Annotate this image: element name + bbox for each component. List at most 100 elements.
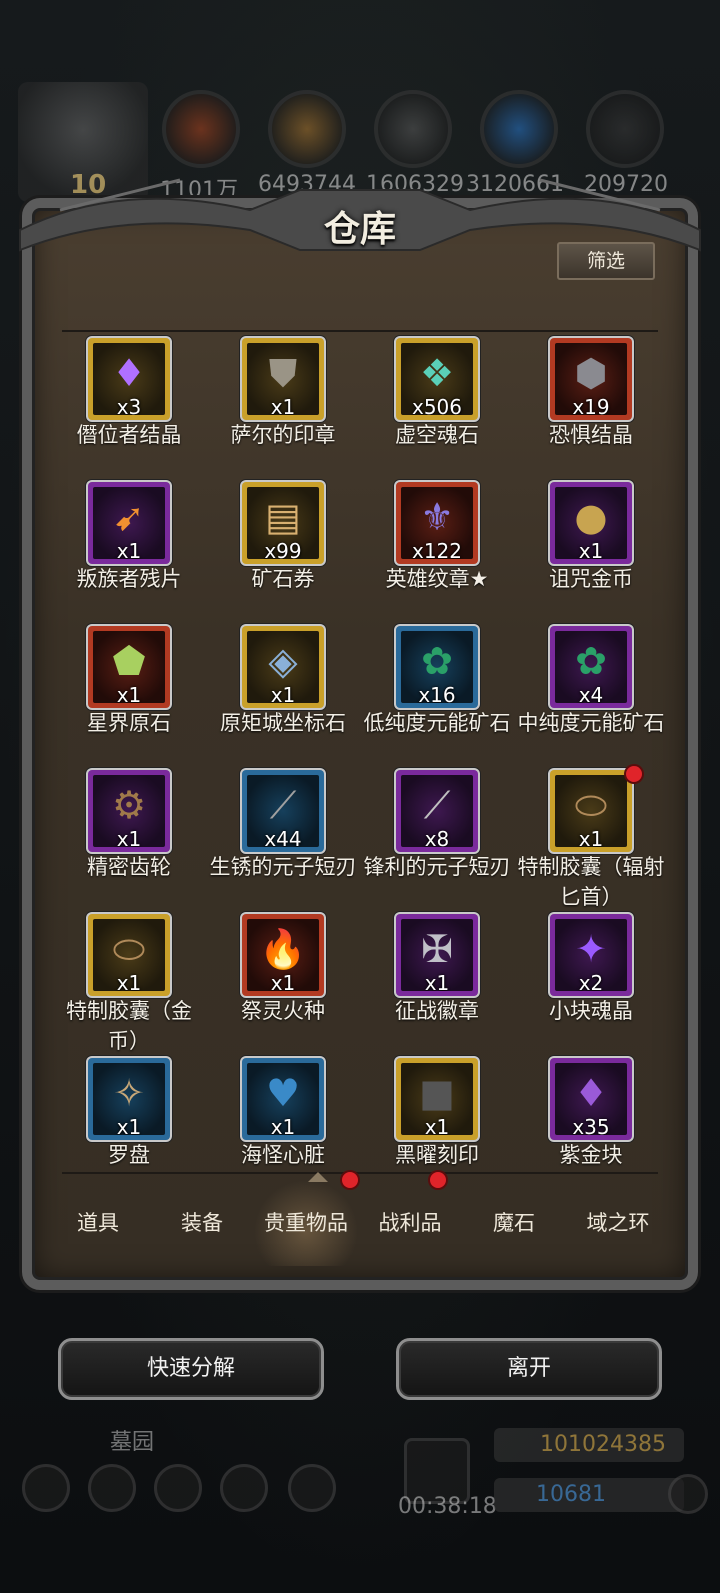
capsule-icon: ⬭ bbox=[574, 783, 608, 827]
inventory-item[interactable]: ▤ x99 矿石券 bbox=[206, 482, 360, 622]
item-slot[interactable]: ✠ x1 bbox=[396, 914, 478, 996]
item-count: x1 bbox=[270, 395, 296, 415]
tab-1[interactable]: 装备 bbox=[150, 1180, 254, 1266]
item-slot-inner: ⬭ x1 bbox=[93, 919, 165, 991]
item-count: x506 bbox=[411, 395, 462, 415]
item-slot[interactable]: ● x1 bbox=[550, 482, 632, 564]
item-slot-inner: ⚙ x1 bbox=[93, 775, 165, 847]
item-count: x2 bbox=[578, 971, 604, 991]
inventory-item[interactable]: ⟋ x44 生锈的元子短刃 bbox=[206, 770, 360, 910]
tab-0[interactable]: 道具 bbox=[46, 1180, 150, 1266]
inventory-item[interactable]: ⚜ x122 英雄纹章★ bbox=[360, 482, 514, 622]
add-icon[interactable] bbox=[668, 1474, 708, 1514]
item-name: 锋利的元子短刃 bbox=[363, 855, 511, 879]
notification-badge bbox=[342, 1172, 358, 1188]
item-name: 星界原石 bbox=[87, 711, 171, 735]
tab-5[interactable]: 域之环 bbox=[566, 1180, 670, 1266]
inventory-item[interactable]: ✿ x4 中纯度元能矿石 bbox=[514, 626, 668, 766]
inventory-item[interactable]: ♦ x35 紫金块 bbox=[514, 1058, 668, 1198]
item-name: 诅咒金币 bbox=[549, 567, 633, 591]
item-slot[interactable]: ➹ x1 bbox=[88, 482, 170, 564]
inventory-item[interactable]: ⚙ x1 精密齿轮 bbox=[52, 770, 206, 910]
item-name: 矿石券 bbox=[251, 567, 315, 591]
item-slot[interactable]: ⟋ x8 bbox=[396, 770, 478, 852]
inventory-item[interactable]: ✧ x1 罗盘 bbox=[52, 1058, 206, 1198]
item-slot[interactable]: 🔥 x1 bbox=[242, 914, 324, 996]
item-slot[interactable]: ⟋ x44 bbox=[242, 770, 324, 852]
inventory-item[interactable]: ⛊ x1 萨尔的印章 bbox=[206, 338, 360, 478]
item-slot-inner: ♥ x1 bbox=[247, 1063, 319, 1135]
crystal-icon[interactable] bbox=[480, 90, 558, 168]
filter-button[interactable]: 筛选 bbox=[557, 242, 655, 280]
menu-icon[interactable] bbox=[88, 1464, 136, 1512]
item-slot-inner: ✧ x1 bbox=[93, 1063, 165, 1135]
inventory-item[interactable]: 🔥 x1 祭灵火种 bbox=[206, 914, 360, 1054]
inventory-item[interactable]: ✿ x16 低纯度元能矿石 bbox=[360, 626, 514, 766]
ore-cluster-icon: ✿ bbox=[421, 639, 453, 683]
item-slot[interactable]: ♥ x1 bbox=[242, 1058, 324, 1140]
settings-icon[interactable] bbox=[22, 1464, 70, 1512]
item-slot[interactable]: ❖ x506 bbox=[396, 338, 478, 420]
inventory-item[interactable]: ⟋ x8 锋利的元子短刃 bbox=[360, 770, 514, 910]
tab-3[interactable]: 战利品 bbox=[358, 1172, 462, 1266]
inventory-item[interactable]: ● x1 诅咒金币 bbox=[514, 482, 668, 622]
inventory-item[interactable]: ✠ x1 征战徽章 bbox=[360, 914, 514, 1054]
item-name: 征战徽章 bbox=[395, 999, 479, 1023]
item-slot[interactable]: ♦ x35 bbox=[550, 1058, 632, 1140]
inventory-item[interactable]: ♥ x1 海怪心脏 bbox=[206, 1058, 360, 1198]
iron-ingot-icon[interactable] bbox=[374, 90, 452, 168]
inventory-item[interactable]: ♦ x3 僭位者结晶 bbox=[52, 338, 206, 478]
planks-icon[interactable] bbox=[268, 90, 346, 168]
ore-cluster-icon: ✿ bbox=[575, 639, 607, 683]
inventory-item[interactable]: ❖ x506 虚空魂石 bbox=[360, 338, 514, 478]
tab-4[interactable]: 魔石 bbox=[462, 1180, 566, 1266]
item-slot[interactable]: ■ x1 bbox=[396, 1058, 478, 1140]
item-slot[interactable]: ✧ x1 bbox=[88, 1058, 170, 1140]
leave-button[interactable]: 离开 bbox=[396, 1338, 662, 1400]
inventory-item[interactable]: ⬭ x1 特制胶囊（辐射匕首） bbox=[514, 766, 668, 910]
inventory-item[interactable]: ⬟ x1 星界原石 bbox=[52, 626, 206, 766]
item-slot[interactable]: ⬭ x1 bbox=[88, 914, 170, 996]
inventory-item[interactable]: ◈ x1 原矩城坐标石 bbox=[206, 626, 360, 766]
item-slot[interactable]: ⚙ x1 bbox=[88, 770, 170, 852]
item-name: 紫金块 bbox=[559, 1143, 623, 1167]
item-count: x1 bbox=[578, 827, 604, 847]
black-ingot-icon[interactable] bbox=[586, 90, 664, 168]
tab-label: 域之环 bbox=[586, 1211, 650, 1235]
quick-decompose-button[interactable]: 快速分解 bbox=[58, 1338, 324, 1400]
tab-2[interactable]: 贵重物品 bbox=[254, 1172, 358, 1266]
gold-amount: 101024385 bbox=[540, 1432, 666, 1457]
item-count: x1 bbox=[116, 1115, 142, 1135]
flame-icon: 🔥 bbox=[259, 927, 307, 971]
wood-log-icon[interactable] bbox=[162, 90, 240, 168]
inventory-item[interactable]: ⬢ x19 恐惧结晶 bbox=[514, 338, 668, 478]
item-slot-inner: ⛊ x1 bbox=[247, 343, 319, 415]
item-slot[interactable]: ⚜ x122 bbox=[396, 482, 478, 564]
item-slot[interactable]: ◈ x1 bbox=[242, 626, 324, 708]
inventory-item[interactable]: ➹ x1 叛族者残片 bbox=[52, 482, 206, 622]
item-slot-inner: ● x1 bbox=[555, 487, 627, 559]
fragment-icon: ➹ bbox=[113, 495, 145, 539]
social-icon[interactable] bbox=[288, 1464, 336, 1512]
item-count: x19 bbox=[572, 395, 610, 415]
item-slot-inner: ➹ x1 bbox=[93, 487, 165, 559]
guild-icon[interactable] bbox=[154, 1464, 202, 1512]
item-slot-inner: ⟋ x8 bbox=[401, 775, 473, 847]
item-slot[interactable]: ⬟ x1 bbox=[88, 626, 170, 708]
item-slot[interactable]: ⬭ x1 bbox=[550, 770, 632, 852]
item-slot[interactable]: ♦ x3 bbox=[88, 338, 170, 420]
mail-icon[interactable] bbox=[220, 1464, 268, 1512]
purple-crystal-icon: ♦ bbox=[111, 351, 147, 395]
item-slot[interactable]: ⛊ x1 bbox=[242, 338, 324, 420]
inventory-item[interactable]: ✦ x2 小块魂晶 bbox=[514, 914, 668, 1054]
inventory-item[interactable]: ⬭ x1 特制胶囊（金币） bbox=[52, 914, 206, 1054]
war-badge-icon: ✠ bbox=[421, 927, 453, 971]
item-slot[interactable]: ✿ x4 bbox=[550, 626, 632, 708]
item-slot[interactable]: ⬢ x19 bbox=[550, 338, 632, 420]
item-slot-inner: ✦ x2 bbox=[555, 919, 627, 991]
item-slot[interactable]: ▤ x99 bbox=[242, 482, 324, 564]
item-slot[interactable]: ✦ x2 bbox=[550, 914, 632, 996]
item-slot-inner: ⬟ x1 bbox=[93, 631, 165, 703]
item-slot-inner: ⟋ x44 bbox=[247, 775, 319, 847]
item-slot[interactable]: ✿ x16 bbox=[396, 626, 478, 708]
